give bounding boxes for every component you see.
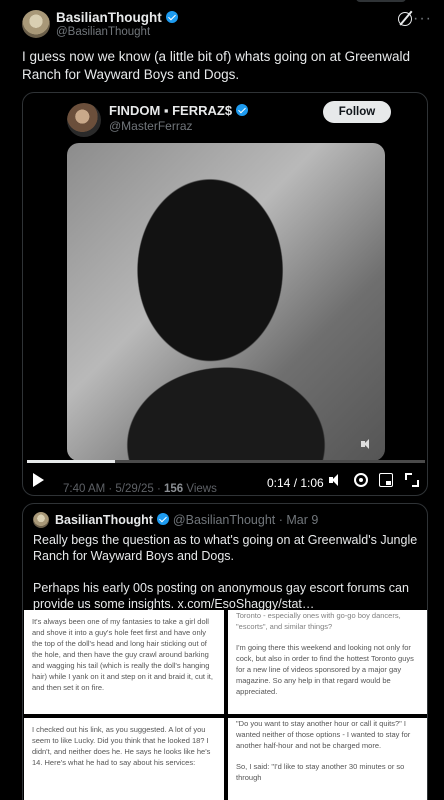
settings-gear-icon[interactable] — [354, 473, 368, 487]
more-icon[interactable]: ··· — [413, 10, 432, 28]
verified-icon — [236, 104, 249, 116]
verified-icon — [156, 513, 169, 525]
video-progress-bar[interactable] — [27, 460, 425, 463]
volume-icon — [361, 439, 373, 449]
quote-text-1: Really begs the question as to what's go… — [33, 533, 418, 563]
embedded-tweet: FINDOM ▪ FERRAZ$ @MasterFerraz Follow — [59, 93, 395, 495]
image-text: So, I said: "I'd like to stay another 30… — [236, 762, 405, 782]
image-text: I'm going there this weekend and looking… — [236, 643, 414, 696]
video-frame[interactable] — [67, 143, 385, 461]
embed-avatar — [67, 103, 101, 137]
grok-icon[interactable] — [398, 12, 412, 26]
embed-author-handle: @MasterFerraz — [109, 119, 193, 133]
quote-image-grid: It's always been one of my fantasies to … — [24, 610, 427, 800]
embed-author-name: FINDOM ▪ FERRAZ$ — [109, 103, 249, 118]
quote-image-1[interactable]: It's always been one of my fantasies to … — [24, 610, 224, 714]
quote-author-name[interactable]: BasilianThought — [55, 513, 153, 527]
quote-image-2[interactable]: Toronto - especially ones with go-go boy… — [228, 610, 427, 714]
quote-image-3[interactable]: I checked out his link, as you suggested… — [24, 718, 224, 800]
post-header: BasilianThought @BasilianThought ··· — [22, 10, 432, 46]
top-pill — [356, 0, 406, 2]
author-name[interactable]: BasilianThought — [56, 10, 178, 25]
fullscreen-icon[interactable] — [405, 473, 419, 487]
picture-in-picture-icon[interactable] — [379, 473, 393, 487]
follow-button: Follow — [323, 101, 391, 123]
image-divider — [224, 610, 228, 800]
post-timestamp: 7:40 AM · 5/29/25 · 156 Views — [63, 483, 217, 495]
avatar[interactable] — [22, 10, 50, 38]
volume-icon[interactable] — [329, 473, 343, 487]
quote-avatar[interactable] — [33, 512, 49, 528]
quote-meta: BasilianThought @BasilianThought · Mar 9 — [55, 513, 318, 527]
image-text: I checked out his link, as you suggested… — [32, 725, 211, 767]
video-time: 0:14 / 1:06 — [267, 476, 324, 490]
image-divider — [24, 714, 427, 718]
image-text: Toronto - especially ones with go-go boy… — [236, 611, 401, 631]
quote-text-2: Perhaps his early 00s posting on anonymo… — [33, 581, 409, 611]
image-text: "Do you want to stay another hour or cal… — [236, 719, 411, 750]
quote-author-handle[interactable]: @BasilianThought · Mar 9 — [173, 513, 318, 527]
video-player[interactable]: FINDOM ▪ FERRAZ$ @MasterFerraz Follow 7:… — [22, 92, 428, 496]
post-text: I guess now we know (a little bit of) wh… — [22, 49, 410, 82]
quote-link[interactable]: x.com/EsoShaggy/stat… — [178, 597, 315, 611]
play-icon[interactable] — [33, 473, 44, 487]
author-handle[interactable]: @BasilianThought — [56, 26, 150, 38]
quoted-tweet[interactable]: BasilianThought @BasilianThought · Mar 9 … — [22, 503, 428, 800]
image-text: It's always been one of my fantasies to … — [32, 617, 213, 692]
quote-image-4[interactable]: "Do you want to stay another hour or cal… — [228, 718, 427, 800]
verified-icon — [165, 11, 178, 23]
video-progress-fill — [27, 460, 115, 463]
